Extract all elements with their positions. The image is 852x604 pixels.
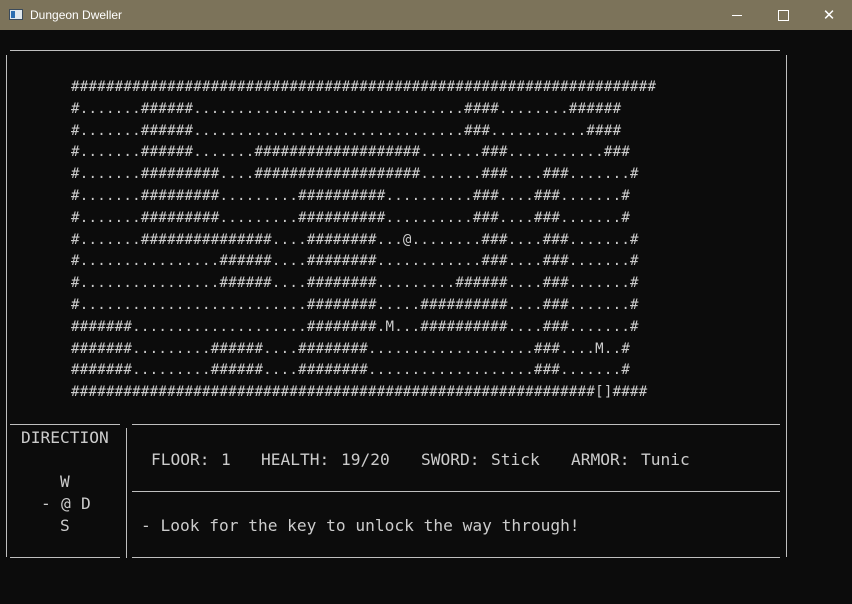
direction-left-key: - — [41, 494, 51, 513]
direction-down-key: S — [60, 516, 70, 535]
close-icon: ✕ — [822, 7, 836, 24]
console-area: ########################################… — [0, 30, 852, 604]
health-label: HEALTH: — [261, 450, 330, 469]
map-row: ########################################… — [71, 79, 657, 95]
direction-panel-divider — [126, 428, 127, 558]
floor-value: 1 — [221, 450, 231, 469]
armor-value: Tunic — [641, 450, 690, 469]
map-row: #.......######.......###################… — [71, 144, 631, 161]
direction-title: DIRECTION — [21, 428, 109, 447]
direction-up-key: W — [60, 472, 70, 491]
direction-panel-top-border — [10, 424, 120, 425]
map-row: #.......#########.........##########....… — [71, 188, 631, 204]
map-row: ########################################… — [71, 384, 648, 401]
armor-label: ARMOR: — [571, 450, 630, 469]
map-row: #..........................########.....… — [71, 297, 639, 313]
map-row: #######.........######....########......… — [71, 362, 631, 379]
message-panel-bottom-border — [132, 557, 780, 558]
window-title: Dungeon Dweller — [30, 8, 123, 22]
frame-right-border — [786, 55, 787, 557]
sword-label: SWORD: — [421, 450, 480, 469]
map-row: #.......#########.........##########....… — [71, 209, 631, 226]
map-row: #.......#########....###################… — [71, 166, 639, 183]
status-panel-top-border — [132, 424, 780, 425]
console-app-icon — [9, 9, 23, 20]
maximize-button[interactable] — [760, 0, 806, 30]
status-panel-divider — [132, 491, 780, 492]
direction-right-key: D — [81, 494, 91, 513]
frame-left-border — [6, 55, 7, 557]
map-row: #.......######..........................… — [71, 122, 622, 139]
maximize-icon — [777, 9, 789, 21]
map-row: #.......###############....########...@.… — [71, 231, 639, 248]
map-row: #######.........######....########......… — [71, 340, 631, 357]
window-titlebar[interactable]: Dungeon Dweller ✕ — [0, 0, 852, 30]
map-row: #######....................########.M...… — [71, 318, 639, 335]
minimize-icon — [732, 14, 742, 16]
floor-label: FLOOR: — [151, 450, 210, 469]
map-row: #................######....########.....… — [71, 275, 639, 292]
minimize-button[interactable] — [714, 0, 760, 30]
message-text: - Look for the key to unlock the way thr… — [141, 516, 580, 535]
map-row: #.......######..........................… — [71, 100, 622, 117]
direction-panel-bottom-border — [10, 557, 120, 558]
close-button[interactable]: ✕ — [806, 0, 852, 30]
health-value: 19/20 — [341, 450, 390, 469]
map-row: #................######....########.....… — [71, 253, 639, 270]
frame-top-border — [10, 50, 780, 51]
sword-value: Stick — [491, 450, 540, 469]
direction-player-symbol: @ — [61, 494, 71, 513]
